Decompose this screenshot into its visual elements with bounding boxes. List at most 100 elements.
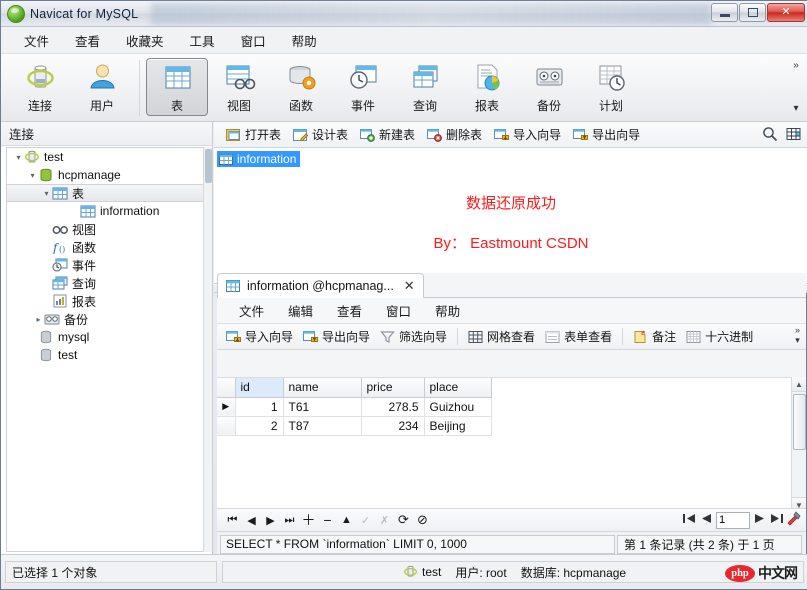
toolbar-event[interactable]: 事件 bbox=[332, 58, 394, 116]
child-toolbar-overflow[interactable]: » ▾ bbox=[795, 325, 800, 345]
column-header-id[interactable]: id bbox=[235, 378, 284, 398]
design-table-button[interactable]: 设计表 bbox=[287, 124, 354, 145]
chevron-down-icon[interactable]: ▾ bbox=[13, 153, 24, 162]
tools-icon[interactable] bbox=[786, 511, 802, 529]
column-header-price[interactable]: price bbox=[361, 378, 425, 398]
toolbar-table[interactable]: 表 bbox=[146, 58, 208, 116]
chevron-right-icon[interactable]: ▸ bbox=[33, 315, 44, 324]
menu-tools[interactable]: 工具 bbox=[177, 27, 228, 54]
child-import-wizard-button[interactable]: 导入向导 bbox=[221, 326, 298, 347]
delete-table-button[interactable]: 删除表 bbox=[421, 124, 488, 145]
child-toolbar-chevron-down-icon[interactable]: ▾ bbox=[795, 335, 800, 345]
tree-item-information[interactable]: . information bbox=[7, 202, 203, 220]
cmenu-file[interactable]: 文件 bbox=[227, 298, 276, 323]
cmenu-window[interactable]: 窗口 bbox=[374, 298, 423, 323]
next-record-icon[interactable]: ▶ bbox=[261, 511, 280, 530]
child-export-wizard-button[interactable]: 导出向导 bbox=[298, 326, 375, 347]
add-record-icon[interactable]: ＋ bbox=[299, 511, 318, 530]
cell-name[interactable]: T61 bbox=[283, 397, 362, 417]
page-first-icon[interactable] bbox=[682, 512, 697, 528]
chevron-down-icon[interactable]: ▾ bbox=[27, 171, 38, 180]
grid-scrollbar-thumb[interactable] bbox=[793, 394, 806, 450]
page-next-icon[interactable] bbox=[752, 512, 767, 528]
grid-view-button[interactable]: 网格查看 bbox=[463, 326, 540, 347]
prev-record-icon[interactable]: ◀ bbox=[242, 511, 261, 530]
cell-place[interactable]: Guizhou bbox=[424, 397, 492, 417]
sidebar-scrollbar-thumb[interactable] bbox=[205, 149, 212, 183]
cmenu-view[interactable]: 查看 bbox=[325, 298, 374, 323]
column-header-place[interactable]: place bbox=[424, 378, 492, 398]
menu-window[interactable]: 窗口 bbox=[228, 27, 279, 54]
filter-wizard-button[interactable]: 筛选向导 bbox=[375, 326, 452, 347]
import-wizard-button[interactable]: 导入向导 bbox=[488, 124, 567, 145]
open-table-button[interactable]: 打开表 bbox=[220, 124, 287, 145]
toolbar-query[interactable]: 查询 bbox=[394, 58, 456, 116]
hex-button[interactable]: 十六进制 bbox=[681, 326, 758, 347]
new-table-button[interactable]: 新建表 bbox=[354, 124, 421, 145]
toolbar-overflow[interactable]: » ▾ bbox=[788, 60, 804, 114]
toolbar-schedule[interactable]: 计划 bbox=[580, 58, 642, 116]
grid-vertical-scrollbar[interactable]: ▲ ▼ bbox=[791, 377, 806, 512]
close-icon[interactable]: ✕ bbox=[404, 278, 415, 294]
menu-help[interactable]: 帮助 bbox=[279, 27, 330, 54]
data-grid[interactable]: id name price place ▶ 1 T61 278.5 Guizho… bbox=[217, 377, 806, 512]
search-icon[interactable] bbox=[762, 126, 778, 145]
tree-item-reports[interactable]: . 报表 bbox=[7, 292, 203, 310]
cancel-edit-icon[interactable]: ✗ bbox=[375, 511, 394, 530]
stop-icon[interactable]: ⊘ bbox=[413, 511, 432, 530]
table-row[interactable]: 2 T87 234 Beijing bbox=[217, 416, 492, 436]
tab-information-hcpmanage[interactable]: information @hcpmanag... ✕ bbox=[217, 273, 424, 298]
tree-item-queries[interactable]: . 查询 bbox=[7, 274, 203, 292]
toolbar-user[interactable]: 用户 bbox=[71, 58, 133, 116]
refresh-icon[interactable]: ⟳ bbox=[394, 511, 413, 530]
cell-name[interactable]: T87 bbox=[283, 416, 362, 436]
tree-item-tables[interactable]: ▾ 表 bbox=[7, 184, 203, 202]
toolbar-overflow-chevron-down-icon[interactable]: ▾ bbox=[793, 103, 798, 114]
cell-price[interactable]: 278.5 bbox=[361, 397, 425, 417]
export-wizard-button[interactable]: 导出向导 bbox=[567, 124, 646, 145]
grid-view-icon[interactable] bbox=[786, 127, 802, 145]
first-record-icon[interactable]: ⏮ bbox=[223, 511, 242, 530]
menu-view[interactable]: 查看 bbox=[62, 27, 113, 54]
toolbar-overflow-more[interactable]: » bbox=[793, 60, 799, 71]
toolbar-connection[interactable]: 连接 bbox=[9, 58, 71, 116]
memo-button[interactable]: 备注 bbox=[628, 326, 681, 347]
page-last-icon[interactable] bbox=[769, 512, 784, 528]
apply-change-icon[interactable]: ▲ bbox=[337, 511, 356, 530]
minimize-button[interactable] bbox=[711, 3, 738, 22]
toolbar-view[interactable]: 视图 bbox=[208, 58, 270, 116]
tree-item-events[interactable]: . 事件 bbox=[7, 256, 203, 274]
tree-item-test-db[interactable]: . test bbox=[7, 346, 203, 364]
cell-id[interactable]: 2 bbox=[235, 416, 284, 436]
menu-favorites[interactable]: 收藏夹 bbox=[113, 27, 177, 54]
cmenu-edit[interactable]: 编辑 bbox=[276, 298, 325, 323]
page-number-input[interactable]: 1 bbox=[716, 511, 750, 529]
cell-id[interactable]: 1 bbox=[235, 397, 284, 417]
child-toolbar-overflow-more[interactable]: » bbox=[795, 325, 800, 335]
scroll-up-icon[interactable]: ▲ bbox=[792, 377, 806, 392]
tree-item-functions[interactable]: . f() 函数 bbox=[7, 238, 203, 256]
sidebar-scrollbar[interactable] bbox=[203, 147, 212, 552]
maximize-button[interactable] bbox=[739, 3, 766, 22]
cell-price[interactable]: 234 bbox=[361, 416, 425, 436]
column-header-name[interactable]: name bbox=[283, 378, 362, 398]
menu-file[interactable]: 文件 bbox=[11, 27, 62, 54]
tree-item-mysql[interactable]: . mysql bbox=[7, 328, 203, 346]
toolbar-backup[interactable]: 备份 bbox=[518, 58, 580, 116]
table-row[interactable]: ▶ 1 T61 278.5 Guizhou bbox=[217, 397, 492, 417]
toolbar-report[interactable]: 报表 bbox=[456, 58, 518, 116]
last-record-icon[interactable]: ⏭ bbox=[280, 511, 299, 530]
cell-place[interactable]: Beijing bbox=[424, 416, 492, 436]
tree-item-hcpmanage[interactable]: ▾ hcpmanage bbox=[7, 166, 203, 184]
delete-record-icon[interactable]: − bbox=[318, 511, 337, 530]
connection-tree[interactable]: ▾ test ▾ hcpmanage ▾ 表 information 视图 f … bbox=[6, 147, 203, 552]
tree-item-backups[interactable]: ▸ 备份 bbox=[7, 310, 203, 328]
toolbar-function[interactable]: 函数 bbox=[270, 58, 332, 116]
tree-item-test-connection[interactable]: ▾ test bbox=[7, 148, 203, 166]
cmenu-help[interactable]: 帮助 bbox=[423, 298, 472, 323]
page-prev-icon[interactable] bbox=[699, 512, 714, 528]
object-item-information[interactable]: information bbox=[217, 151, 301, 167]
confirm-edit-icon[interactable]: ✓ bbox=[356, 511, 375, 530]
chevron-down-icon[interactable]: ▾ bbox=[41, 189, 52, 198]
close-button[interactable]: ✕ bbox=[767, 3, 805, 22]
